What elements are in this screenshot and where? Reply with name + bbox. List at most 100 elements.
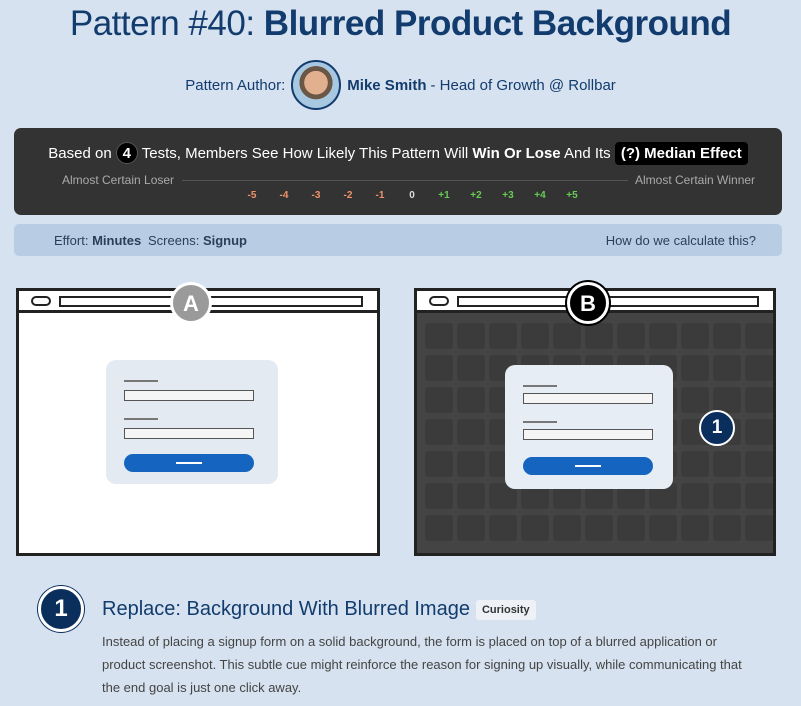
pattern-name: Blurred Product Background [263,4,732,43]
blurred-app-tile [713,323,741,349]
blurred-app-tile [425,323,453,349]
blurred-app-tile [745,387,773,413]
blurred-app-tile [457,483,485,509]
scale-tick: +5 [566,190,578,201]
panel-sentence: Tests, Members See How Likely This Patte… [141,145,469,162]
blurred-app-tile [745,451,773,477]
scale-tick: -2 [343,190,353,201]
scale-tick: +1 [438,190,450,201]
label-scribble [523,379,557,387]
change-marker[interactable]: 1 [699,410,735,446]
blurred-app-tile [713,355,741,381]
blurred-app-tile [681,323,709,349]
screens-info: Screens: Signup [148,233,247,248]
calculate-link[interactable]: How do we calculate this? [606,233,756,248]
scale-tick: 0 [409,190,415,201]
scale-left-label: Almost Certain Loser [62,173,175,187]
blurred-app-tile [457,515,485,541]
author-name[interactable]: Mike Smith [347,77,426,94]
scale-tick: +4 [534,190,546,201]
blurred-app-tile [521,323,549,349]
win-or-lose-text: Win Or Lose [472,145,561,162]
label-scribble [124,374,158,382]
blurred-app-tile [617,515,645,541]
blurred-app-tile [681,483,709,509]
author-label: Pattern Author: [185,76,286,94]
form-field [124,428,254,439]
blurred-app-tile [425,483,453,509]
blurred-app-tile [457,323,485,349]
signup-form-a [106,360,278,484]
change-title: Replace: Background With Blurred Image Cu… [102,598,536,621]
blurred-app-tile [745,483,773,509]
tests-count-badge: 4 [115,142,138,164]
form-field [523,393,653,404]
blurred-app-tile [425,419,453,445]
form-field [523,429,653,440]
blurred-app-tile [425,451,453,477]
blurred-app-tile [745,515,773,541]
scale-tick: -3 [311,190,321,201]
blurred-app-tile [585,323,613,349]
blurred-app-tile [585,515,613,541]
blurred-app-tile [713,483,741,509]
blurred-app-tile [681,515,709,541]
effort-bar: Effort: Minutes Screens: Signup How do w… [14,224,782,256]
blurred-app-tile [617,323,645,349]
label-scribble [523,415,557,423]
blurred-app-tile [489,515,517,541]
author-row: Pattern Author: Mike Smith - Head of Gro… [0,60,801,110]
scale-tick: -1 [375,190,385,201]
blurred-app-tile [745,355,773,381]
scale-right-label: Almost Certain Winner [635,173,756,187]
form-submit-button [124,454,254,472]
based-on-text: Based on [48,145,112,162]
scale-ticks: -5 -4 -3 -2 -1 0 +1 +2 +3 +4 +5 [236,190,588,201]
pattern-prefix: Pattern #40: [69,4,255,43]
blurred-app-tile [713,515,741,541]
blurred-app-tile [681,451,709,477]
scale-line [182,180,628,181]
blurred-app-tile [553,323,581,349]
blurred-app-tile [457,355,485,381]
blurred-app-tile [553,515,581,541]
and-its-text: And Its [563,145,611,162]
author-role: - Head of Growth @ Rollbar [430,76,616,94]
effort-label: Effort: [54,233,89,248]
blurred-app-tile [425,387,453,413]
blurred-app-tile [649,323,677,349]
blurred-app-tile [649,515,677,541]
screens-label: Screens: [148,233,200,248]
browser-dots-icon [429,296,449,306]
blurred-app-tile [521,515,549,541]
effort-info: Effort: Minutes [54,233,141,248]
variant-a-badge: A [170,282,212,324]
avatar[interactable] [291,60,342,110]
principle-tag[interactable]: Curiosity [475,599,536,620]
blurred-app-tile [457,451,485,477]
label-scribble [124,412,158,420]
prediction-panel: Based on 4 Tests, Members See How Likely… [14,128,782,215]
blurred-app-tile [681,355,709,381]
blurred-app-tile [457,387,485,413]
blurred-app-tile [713,451,741,477]
blurred-app-tile [745,323,773,349]
scale-tick: +3 [502,190,514,201]
change-title-text: Replace: Background With Blurred Image [102,598,470,620]
signup-form-b [505,365,673,489]
blurred-app-tile [489,323,517,349]
blurred-app-tile [425,355,453,381]
effort-value: Minutes [92,233,142,248]
panel-headline: Based on 4 Tests, Members See How Likely… [14,142,782,165]
browser-dots-icon [31,296,51,306]
scale-tick: +2 [470,190,482,201]
blurred-app-tile [457,419,485,445]
screens-value: Signup [202,233,247,248]
page-title: Pattern #40: Blurred Product Background [0,4,801,44]
form-field [124,390,254,401]
median-effect-button[interactable]: (?) Median Effect [614,142,748,165]
change-description: Instead of placing a signup form on a so… [102,634,742,695]
blurred-app-tile [681,387,709,413]
scale-tick: -4 [279,190,289,201]
variant-b-badge: B [567,282,609,324]
